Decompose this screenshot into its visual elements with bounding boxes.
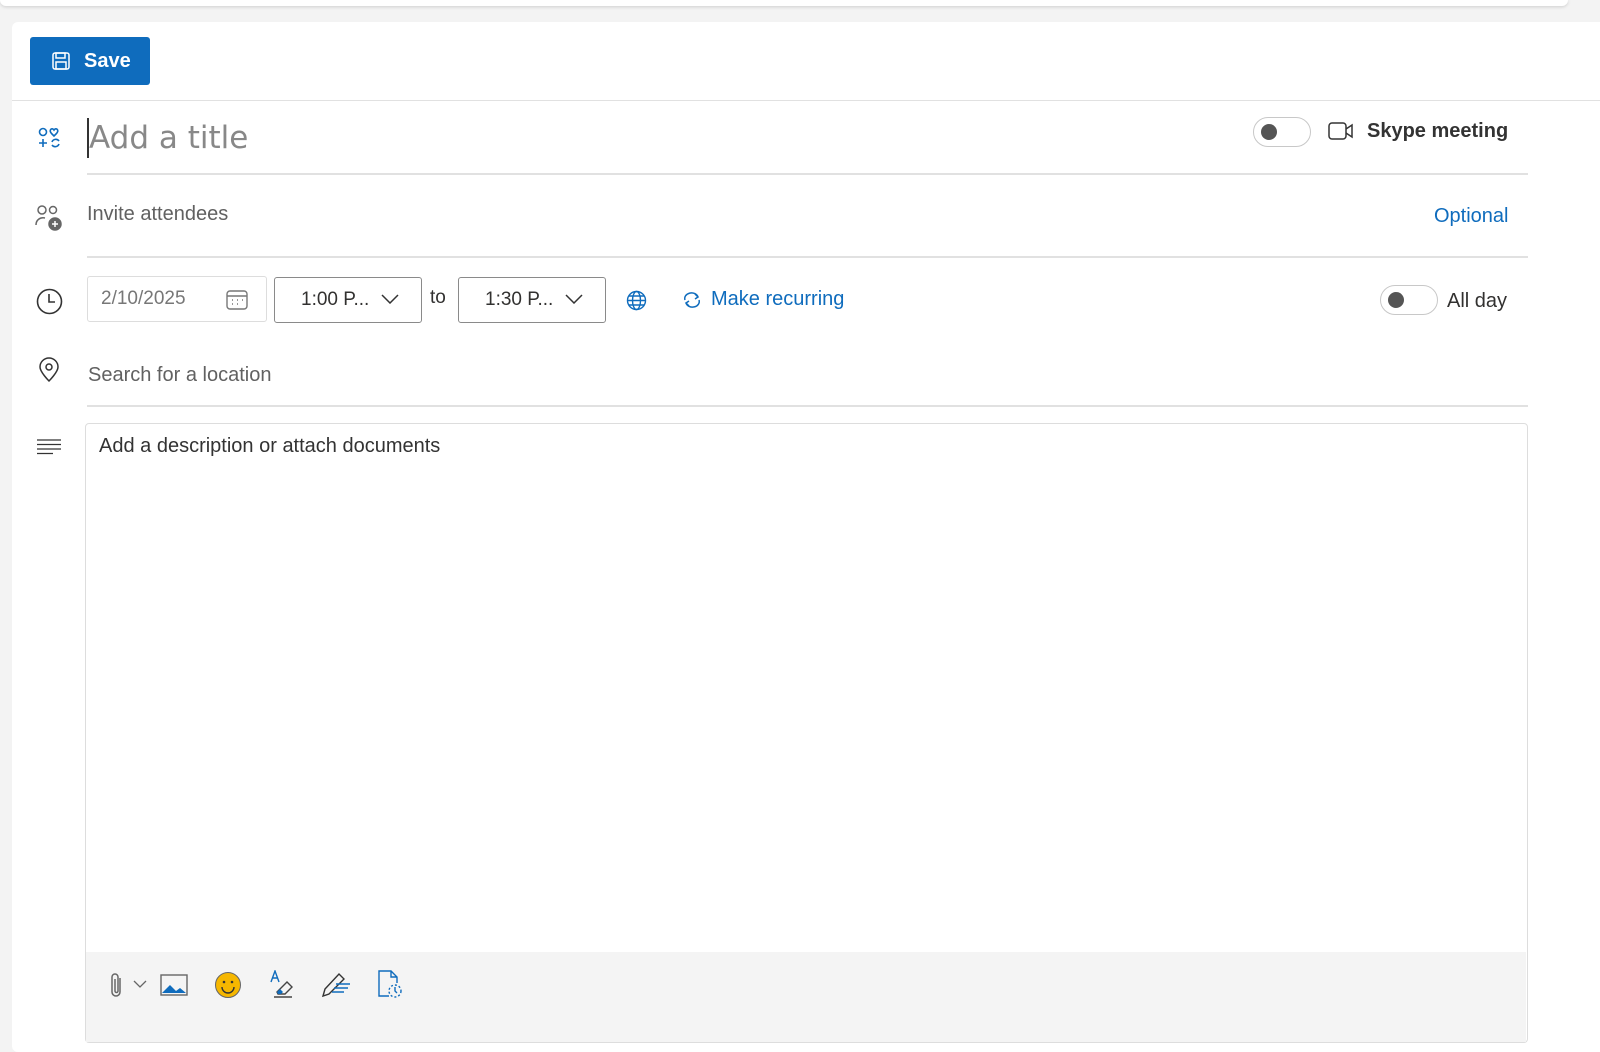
calendar-icon[interactable]	[226, 290, 248, 310]
description-editor[interactable]	[85, 423, 1528, 1043]
chevron-down-icon[interactable]	[133, 980, 147, 988]
globe-icon[interactable]	[626, 290, 647, 311]
attendees-icon	[35, 204, 63, 232]
skype-toggle[interactable]	[1253, 117, 1311, 147]
end-time-value: 1:30 P...	[485, 289, 554, 310]
chevron-down-icon	[565, 294, 583, 304]
chevron-down-icon	[381, 294, 399, 304]
optional-link[interactable]: Optional	[1434, 205, 1509, 228]
image-icon[interactable]	[160, 974, 188, 996]
divider	[87, 173, 1528, 175]
date-value: 2/10/2025	[101, 288, 186, 309]
video-icon	[1328, 122, 1354, 140]
divider	[12, 100, 1600, 101]
clock-icon	[36, 288, 63, 315]
skype-label: Skype meeting	[1367, 120, 1509, 142]
description-placeholder: Add a description or attach documents	[99, 435, 441, 457]
title-input[interactable]: Add a title	[89, 120, 248, 156]
end-time-dropdown[interactable]: 1:30 P...	[458, 277, 606, 323]
format-toolbar	[86, 952, 1526, 1042]
format-painter-icon[interactable]	[269, 970, 295, 998]
attach-icon[interactable]	[110, 972, 124, 998]
attendees-input[interactable]: Invite attendees	[87, 203, 228, 226]
category-icon	[38, 127, 62, 149]
start-time-dropdown[interactable]: 1:00 P...	[274, 277, 422, 323]
description-icon	[37, 439, 62, 455]
sign-icon[interactable]	[321, 970, 351, 998]
schedule-file-icon[interactable]	[377, 970, 403, 998]
recurring-icon	[682, 290, 702, 310]
to-label: to	[430, 287, 446, 308]
save-icon	[52, 52, 70, 70]
all-day-label: All day	[1447, 290, 1508, 312]
all-day-toggle[interactable]	[1380, 285, 1438, 315]
save-button[interactable]: Save	[30, 37, 150, 85]
start-time-value: 1:00 P...	[301, 289, 370, 310]
save-label: Save	[84, 49, 131, 72]
location-input[interactable]: Search for a location	[88, 364, 271, 387]
emoji-icon[interactable]	[214, 971, 242, 999]
divider	[87, 256, 1528, 258]
top-bar	[0, 0, 1568, 6]
divider	[87, 405, 1528, 407]
location-icon	[38, 357, 60, 383]
make-recurring-link[interactable]: Make recurring	[711, 288, 844, 311]
date-picker[interactable]: 2/10/2025	[87, 276, 267, 322]
